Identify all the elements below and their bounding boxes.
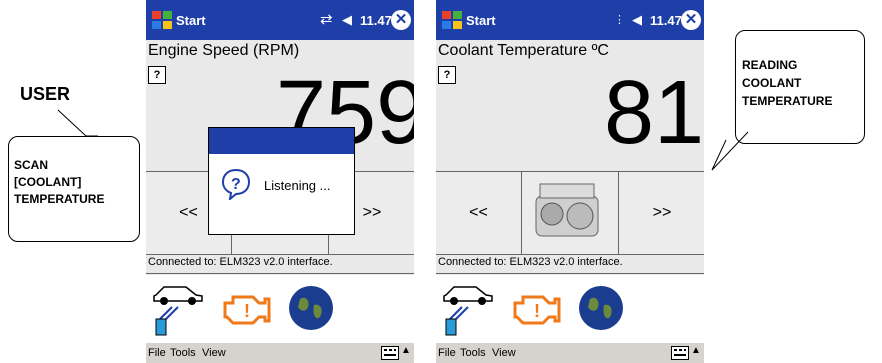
start-label[interactable]: Start [466, 13, 496, 28]
svg-text:!: ! [534, 301, 540, 321]
reading-callout: READING COOLANT TEMPERATURE [735, 30, 865, 144]
menu-tools[interactable]: Tools [170, 347, 196, 359]
reading-value: 81 [604, 63, 704, 163]
sync-arrows-icon: ⇄ [320, 11, 333, 28]
toolbar-icons: ! [146, 275, 414, 343]
keyboard-icon[interactable] [381, 346, 399, 360]
menu-view[interactable]: View [202, 347, 226, 359]
dialog-titlebar [209, 128, 354, 154]
svg-text:?: ? [231, 176, 241, 193]
menu-file[interactable]: File [148, 347, 166, 359]
reading-callout-line3: TEMPERATURE [742, 94, 833, 108]
globe-icon[interactable] [286, 283, 336, 333]
help-button[interactable]: ? [438, 66, 456, 84]
menu-bar: File Tools View ▲ [146, 343, 414, 363]
windows-logo-icon[interactable] [440, 8, 464, 32]
car-connection-icon[interactable] [150, 279, 206, 337]
car-connection-icon[interactable] [440, 279, 496, 337]
listening-dialog: ? Listening ... [208, 127, 355, 235]
question-speech-icon: ? [221, 168, 251, 200]
engine-image [535, 183, 599, 237]
pda-screen-coolant-temperature: Start ⋮ ◀︎ 11.47 ✕ Coolant Temperature º… [436, 0, 704, 363]
check-engine-icon[interactable]: ! [219, 289, 273, 329]
navigation-row: << >> [436, 171, 704, 255]
check-engine-icon[interactable]: ! [509, 289, 563, 329]
menu-tools[interactable]: Tools [460, 347, 486, 359]
speaker-icon[interactable]: ◀︎ [342, 12, 352, 28]
menu-file[interactable]: File [438, 347, 456, 359]
input-panel-arrow-icon[interactable]: ▲ [691, 345, 701, 356]
clock-time[interactable]: 11.47 [650, 13, 682, 28]
windows-logo-icon[interactable] [150, 8, 174, 32]
callout-pointer-right [711, 131, 749, 171]
scan-callout-line1: SCAN [14, 158, 49, 172]
next-button[interactable]: >> [618, 172, 704, 254]
start-label[interactable]: Start [176, 13, 206, 28]
speaker-icon[interactable]: ◀︎ [632, 12, 642, 28]
scan-callout-line3: TEMPERATURE [14, 192, 105, 206]
input-panel-arrow-icon[interactable]: ▲ [401, 345, 411, 356]
connection-status: Connected to: ELM323 v2.0 interface. [146, 256, 414, 274]
dialog-text: Listening ... [264, 178, 331, 193]
clock-time[interactable]: 11.47 [360, 13, 392, 28]
reading-callout-line2: COOLANT [742, 76, 802, 90]
svg-text:!: ! [244, 301, 250, 321]
reading-callout-line1: READING [742, 58, 798, 72]
scan-callout: SCAN [COOLANT] TEMPERATURE [8, 136, 140, 242]
user-label: USER [20, 84, 71, 104]
help-button[interactable]: ? [148, 66, 166, 84]
close-icon[interactable]: ✕ [681, 10, 701, 30]
prev-button[interactable]: << [436, 172, 522, 254]
title-bar: Start ⋮ ◀︎ 11.47 ✕ [436, 0, 704, 40]
globe-icon[interactable] [576, 283, 626, 333]
keyboard-icon[interactable] [671, 346, 689, 360]
signal-indicator-icon: ⋮ [614, 14, 625, 26]
close-icon[interactable]: ✕ [391, 10, 411, 30]
connection-status: Connected to: ELM323 v2.0 interface. [436, 256, 704, 274]
menu-view[interactable]: View [492, 347, 516, 359]
parameter-label: Coolant Temperature ºC [438, 42, 609, 59]
scan-callout-line2: [COOLANT] [14, 175, 82, 189]
toolbar-icons: ! [436, 275, 704, 343]
parameter-label: Engine Speed (RPM) [148, 42, 300, 59]
menu-bar: File Tools View ▲ [436, 343, 704, 363]
title-bar: Start ⇄ ◀︎ 11.47 ✕ [146, 0, 414, 40]
